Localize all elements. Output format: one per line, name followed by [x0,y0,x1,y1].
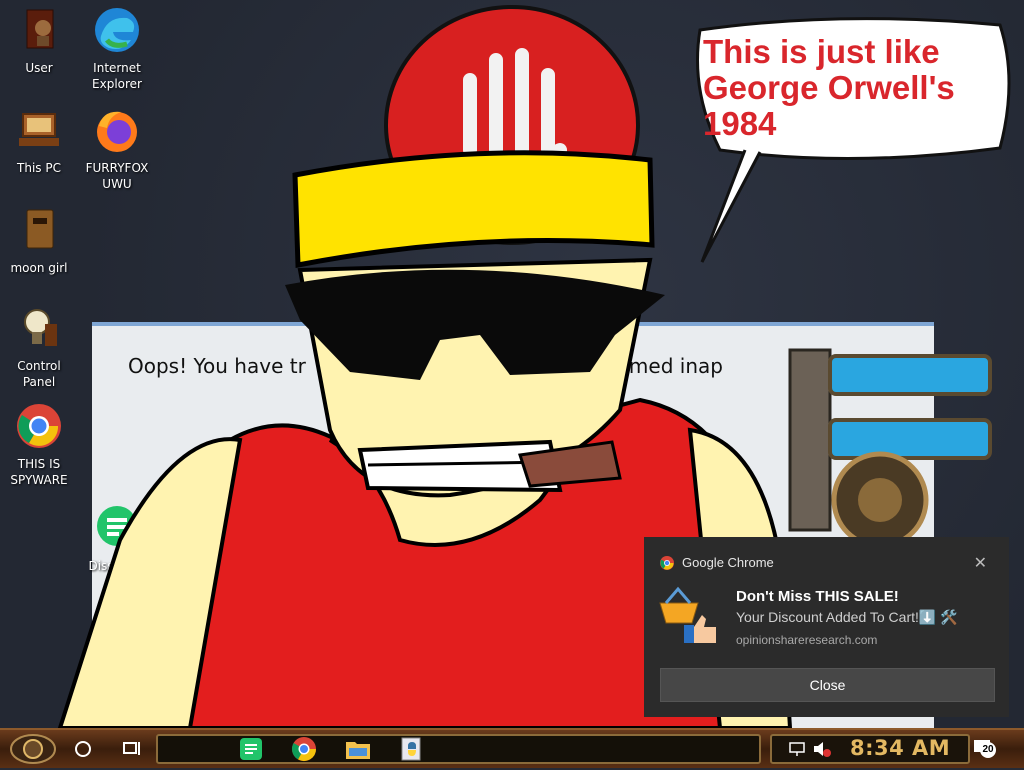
notification-count-badge: 20 [980,742,996,758]
task-view-icon[interactable] [120,738,142,768]
toast-close-button[interactable]: Close [660,668,995,702]
bubble-line-2: George Orwell's [703,69,955,106]
network-icon[interactable] [788,740,806,770]
toast-body: Your Discount Added To Cart!⬇️ 🛠️ [736,609,958,625]
bubble-line-1: This is just like [703,33,940,70]
desktop: Oops! You have tr s been deemed inap Use… [0,0,1024,728]
file-explorer-icon[interactable] [343,734,373,764]
shopping-basket-icon [659,586,716,643]
toast-source: opinionshareresearch.com [736,633,878,647]
python-icon[interactable] [396,734,426,764]
volume-muted-icon[interactable] [812,740,832,770]
chrome-notification-toast[interactable]: Google Chrome ✕ Don't Miss THIS SALE! Yo… [644,537,1009,717]
yellow-headband [292,150,655,269]
search-icon[interactable] [72,738,94,768]
toast-title: Don't Miss THIS SALE! [736,588,899,605]
start-button[interactable] [10,734,56,764]
chrome-icon [660,556,674,570]
dissenter-icon[interactable] [236,734,266,764]
chrome-icon[interactable] [289,734,319,764]
taskbar: 8:34 AM 20 [0,728,1024,768]
bubble-line-3: 1984 [703,105,777,142]
taskbar-clock[interactable]: 8:34 AM [850,736,950,760]
close-icon[interactable]: ✕ [974,553,987,573]
toast-app-name: Google Chrome [682,555,774,570]
steampunk-widget [788,348,992,549]
speech-bubble-text: This is just like George Orwell's 1984 [703,34,993,142]
